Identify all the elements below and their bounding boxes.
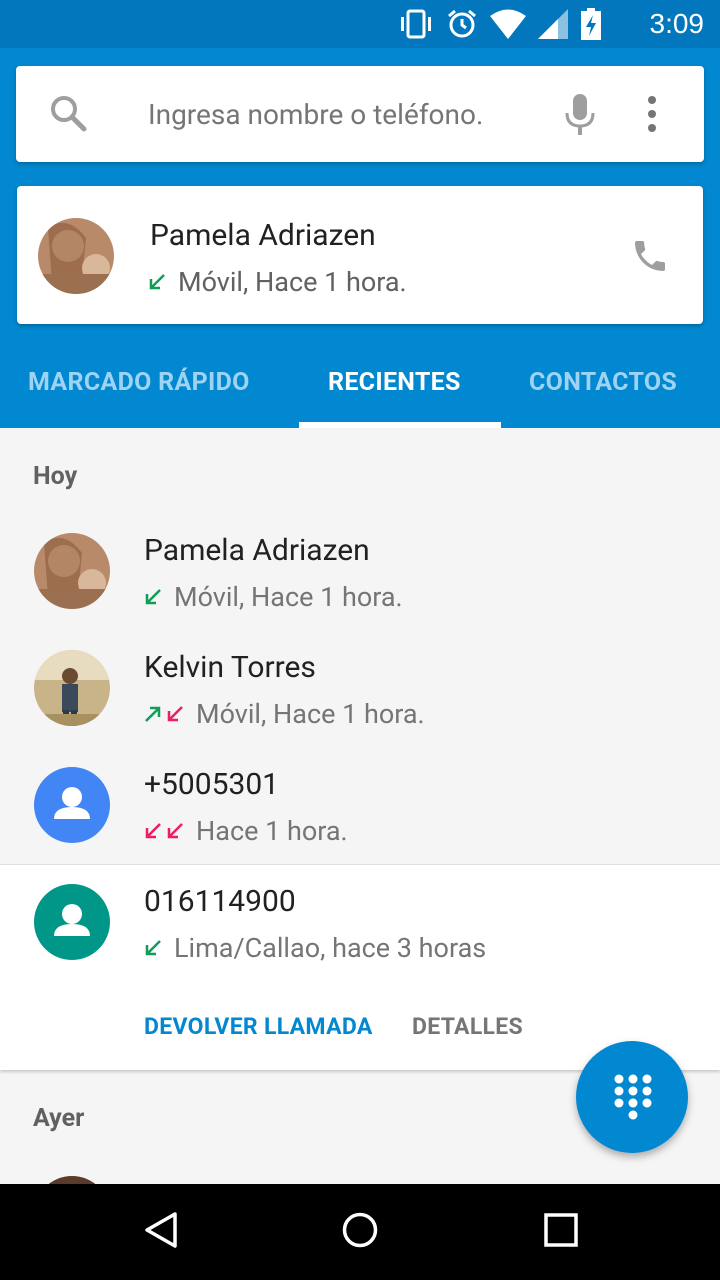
avatar[interactable] xyxy=(34,650,110,726)
person-icon xyxy=(54,904,90,936)
battery-charging-icon xyxy=(581,8,601,40)
home-icon[interactable] xyxy=(341,1210,379,1250)
avatar[interactable] xyxy=(34,884,110,960)
call-log-detail: Hace 1 hora. xyxy=(144,815,348,847)
alarm-icon xyxy=(448,9,476,38)
contact-name: Pamela Adriazen xyxy=(150,218,376,253)
avatar[interactable] xyxy=(38,218,114,294)
call-log-name[interactable]: Kelvin Torres xyxy=(144,650,316,685)
missed-call-icon xyxy=(167,706,183,722)
mic-icon[interactable] xyxy=(565,94,595,136)
tab-indicator xyxy=(299,422,501,428)
incoming-call-icon xyxy=(145,589,161,605)
search-icon[interactable] xyxy=(48,93,88,133)
call-log-detail-text: Móvil, Hace 1 hora. xyxy=(196,698,425,730)
call-log-detail-text: Móvil, Hace 1 hora. xyxy=(174,581,403,613)
navigation-bar xyxy=(0,1184,720,1280)
call-log-name[interactable]: 016114900 xyxy=(144,884,296,919)
call-log-name[interactable]: Pamela Adriazen xyxy=(144,533,370,568)
signal-icon xyxy=(538,9,568,39)
call-log-detail-text: Hace 1 hora. xyxy=(196,815,348,847)
missed-call-icon xyxy=(145,823,161,839)
tab-recents[interactable]: RECIENTES xyxy=(328,368,461,397)
tab-contacts[interactable]: CONTACTOS xyxy=(529,368,677,397)
recents-icon[interactable] xyxy=(542,1210,580,1250)
dialpad-icon xyxy=(614,1074,652,1120)
status-time: 3:09 xyxy=(649,8,705,39)
tab-bar: MARCADO RÁPIDO RECIENTES CONTACTOS xyxy=(0,340,720,428)
call-log-detail: Lima/Callao, hace 3 horas xyxy=(144,932,486,964)
avatar[interactable] xyxy=(34,533,110,609)
status-icons xyxy=(398,8,602,40)
avatar[interactable] xyxy=(34,767,110,843)
call-log-detail: Móvil, Hace 1 hora. xyxy=(144,698,425,730)
back-icon[interactable] xyxy=(142,1210,180,1250)
person-icon xyxy=(54,787,90,819)
section-label-yesterday: Ayer xyxy=(33,1104,85,1133)
dialpad-button[interactable] xyxy=(576,1041,688,1153)
call-detail: Móvil, Hace 1 hora. xyxy=(148,266,407,298)
incoming-call-icon xyxy=(149,274,165,290)
vibrate-icon xyxy=(401,9,431,39)
section-label-today: Hoy xyxy=(33,462,78,491)
details-button[interactable]: DETALLES xyxy=(412,1013,523,1040)
more-options-icon[interactable] xyxy=(642,96,662,132)
call-log-detail: Móvil, Hace 1 hora. xyxy=(144,581,403,613)
call-log-detail-text: Lima/Callao, hace 3 horas xyxy=(174,932,487,964)
recent-contact-card[interactable] xyxy=(17,186,703,324)
incoming-call-icon xyxy=(145,940,161,956)
wifi-icon xyxy=(490,9,526,39)
missed-call-icon xyxy=(167,823,183,839)
search-input[interactable]: Ingresa nombre o teléfono. xyxy=(148,98,483,131)
call-log-name[interactable]: +5005301 xyxy=(144,767,279,802)
outgoing-call-icon xyxy=(145,706,161,722)
call-back-button[interactable]: DEVOLVER LLAMADA xyxy=(144,1013,373,1040)
phone-icon[interactable] xyxy=(630,236,670,276)
call-detail-text: Móvil, Hace 1 hora. xyxy=(178,266,407,298)
tab-speed-dial[interactable]: MARCADO RÁPIDO xyxy=(28,368,250,397)
status-bar: 3:09 xyxy=(0,0,720,48)
